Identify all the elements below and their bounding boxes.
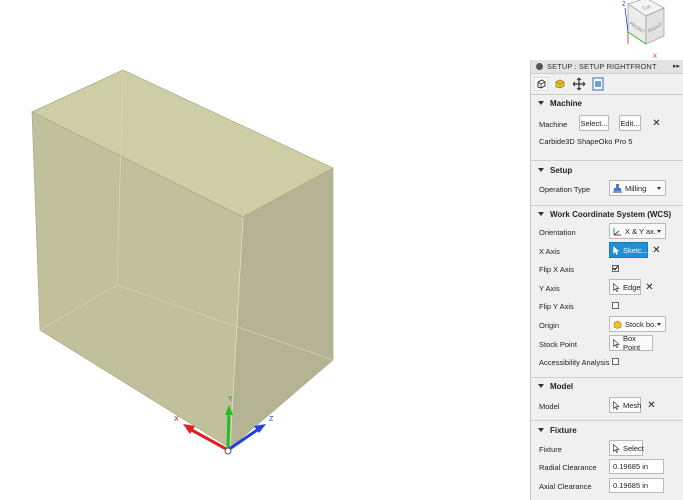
- operation-type-label: Operation Type: [539, 185, 591, 194]
- accessibility-analysis-label: Accessibility Analysis: [539, 358, 610, 367]
- orientation-label: Orientation: [539, 228, 576, 237]
- x-axis-label: X Axis: [539, 247, 560, 256]
- setup-tab-icon[interactable]: [534, 77, 548, 91]
- stock-box-icon: [613, 320, 622, 329]
- cursor-pointer-icon: [613, 282, 620, 292]
- machine-edit-button[interactable]: Edit...: [619, 115, 641, 131]
- divider: [531, 160, 683, 161]
- setup-section-header[interactable]: Setup: [531, 162, 683, 178]
- y-axis-arrow: [226, 411, 231, 451]
- x-axis-clear-icon[interactable]: ✕: [652, 246, 661, 256]
- flip-x-axis-checkbox[interactable]: [612, 265, 619, 272]
- origin-label: Origin: [539, 321, 560, 330]
- wcs-header-label: Work Coordinate System (WCS): [550, 209, 672, 219]
- post-process-tab-icon[interactable]: [572, 77, 586, 91]
- operation-type-dropdown[interactable]: Milling: [609, 180, 666, 196]
- stock-point-selector[interactable]: Box Point: [609, 334, 653, 352]
- viewcube-axis-z-label: Z: [622, 2, 626, 8]
- milling-icon: [613, 183, 622, 193]
- stock-point-label: Stock Point: [539, 340, 577, 349]
- setup-header-label: Setup: [550, 165, 573, 175]
- y-axis-label: Y Axis: [539, 284, 560, 293]
- model-clear-icon[interactable]: ✕: [647, 401, 656, 411]
- viewcube-z-axis: [624, 7, 629, 33]
- fixture-selector[interactable]: Select: [609, 440, 644, 456]
- chevron-down-icon: [538, 384, 544, 388]
- origin-value: Stock bo...: [625, 319, 657, 329]
- model-value: Mesh: [623, 400, 642, 410]
- operation-type-value: Milling: [625, 183, 647, 193]
- panel-titlebar[interactable]: SETUP : SETUP RIGHTFRONT ▸▸: [531, 60, 683, 74]
- fixture-value: Select: [623, 443, 644, 453]
- flip-y-axis-label: Flip Y Axis: [539, 302, 574, 311]
- y-axis-value: Edge: [623, 282, 641, 292]
- y-axis-selector[interactable]: Edge: [609, 279, 641, 295]
- chevron-down-icon: [657, 186, 661, 190]
- flip-x-axis-label: Flip X Axis: [539, 265, 575, 274]
- accessibility-analysis-checkbox[interactable]: [612, 358, 619, 365]
- machine-select-button[interactable]: Select...: [579, 115, 609, 131]
- cursor-pointer-icon: [613, 338, 620, 348]
- model-section-header[interactable]: Model: [531, 378, 683, 394]
- fixture-header-label: Fixture: [550, 425, 577, 435]
- stock-box[interactable]: [31, 69, 334, 449]
- machine-name: Carbide3D ShapeOko Pro 5: [539, 137, 633, 146]
- wcs-section-header[interactable]: Work Coordinate System (WCS): [531, 206, 683, 222]
- chevron-down-icon: [538, 428, 544, 432]
- setup-icon: [536, 63, 543, 70]
- flip-y-axis-checkbox[interactable]: [612, 302, 619, 309]
- chevron-down-icon: [538, 101, 544, 105]
- view-cube[interactable]: TOP FRONT RIGHT X Z: [612, 0, 672, 60]
- chevron-down-icon: [657, 322, 661, 326]
- cursor-pointer-icon: [613, 245, 620, 255]
- expand-arrows-icon[interactable]: ▸▸: [673, 62, 680, 70]
- origin-dropdown[interactable]: Stock bo...: [609, 316, 666, 332]
- axial-clearance-input[interactable]: 0.19685 in: [609, 478, 664, 493]
- x-axis-value: Sketc...: [623, 245, 649, 255]
- radial-clearance-label: Radial Clearance: [539, 463, 597, 472]
- radial-clearance-input[interactable]: 0.19685 in: [609, 459, 664, 474]
- model-header-label: Model: [550, 381, 574, 391]
- panel-tabs: [531, 74, 683, 95]
- axes-orientation-icon: [613, 227, 621, 235]
- triad-x-label: X: [174, 416, 179, 423]
- stock-tab-icon[interactable]: [553, 77, 567, 91]
- cursor-pointer-icon: [613, 443, 620, 453]
- chevron-down-icon: [538, 168, 544, 172]
- chevron-down-icon: [538, 212, 544, 216]
- machine-section-header[interactable]: Machine: [531, 95, 683, 111]
- machine-clear-icon[interactable]: ✕: [652, 119, 661, 129]
- panel-title: SETUP : SETUP RIGHTFRONT: [547, 62, 657, 71]
- stock-point-value: Box Point: [623, 334, 641, 352]
- divider: [531, 420, 683, 421]
- chevron-down-icon: [657, 229, 661, 233]
- triad-z-label: Z: [269, 416, 274, 423]
- setup-panel: SETUP : SETUP RIGHTFRONT ▸▸ Machine Mach…: [530, 60, 683, 500]
- y-axis-clear-icon[interactable]: ✕: [645, 283, 654, 293]
- axial-clearance-label: Axial Clearance: [539, 482, 592, 491]
- cursor-pointer-icon: [613, 400, 620, 410]
- orientation-dropdown[interactable]: X & Y ax...: [609, 223, 666, 239]
- machine-header-label: Machine: [550, 98, 583, 108]
- x-axis-selector[interactable]: Sketc...: [609, 242, 648, 258]
- info-tab-icon[interactable]: [591, 77, 605, 91]
- model-label: Model: [539, 402, 560, 411]
- machine-label: Machine: [539, 120, 568, 129]
- fixture-label: Fixture: [539, 445, 562, 454]
- model-selector[interactable]: Mesh: [609, 397, 641, 413]
- triad-y-label: Y: [228, 396, 233, 403]
- fixture-section-header[interactable]: Fixture: [531, 422, 683, 438]
- orientation-value: X & Y ax...: [625, 226, 657, 236]
- wcs-origin: [224, 447, 232, 455]
